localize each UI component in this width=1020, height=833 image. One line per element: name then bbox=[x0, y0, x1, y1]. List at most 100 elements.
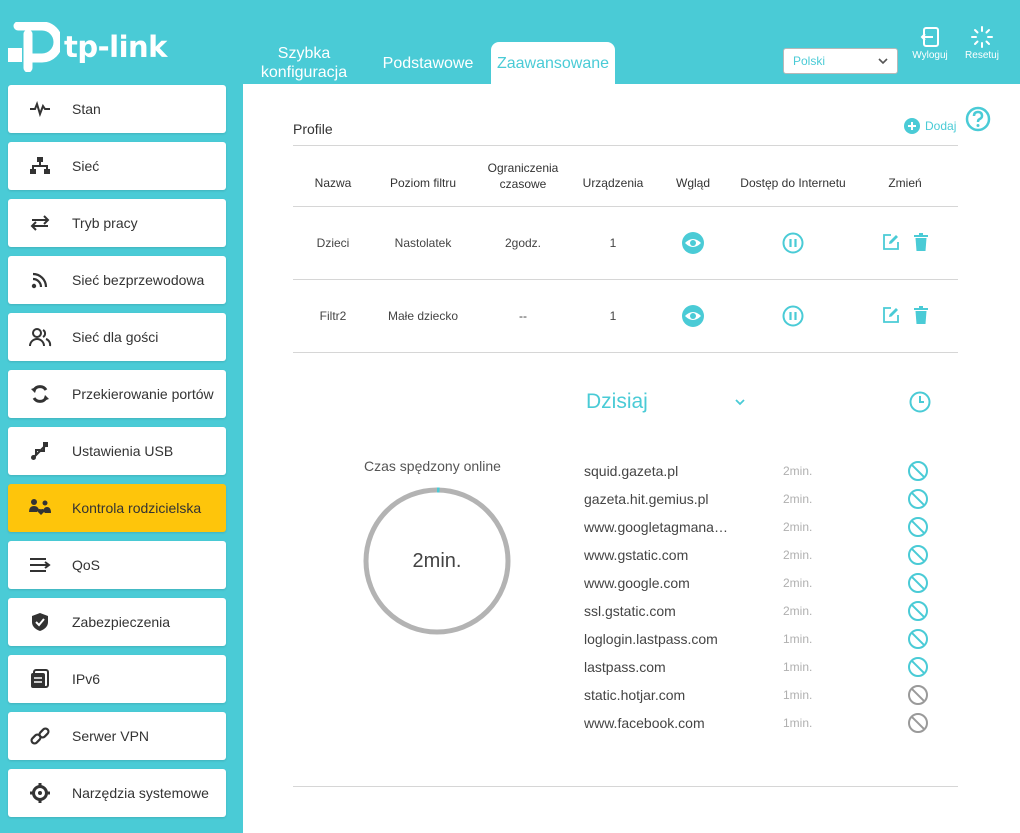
sidebar-item-label: Kontrola rodzicielska bbox=[72, 500, 202, 516]
logout-label: Wyloguj bbox=[912, 50, 948, 61]
chevron-down-icon bbox=[878, 58, 888, 65]
sidebar-item-parental-controls[interactable]: Kontrola rodzicielska bbox=[8, 484, 226, 532]
tab-quick-setup[interactable]: Szybka konfiguracja bbox=[243, 42, 365, 84]
profile-devices: 1 bbox=[609, 309, 617, 323]
block-icon[interactable] bbox=[907, 600, 929, 622]
sidebar-item-security[interactable]: Zabezpieczenia bbox=[8, 598, 226, 646]
add-profile-button[interactable]: Dodaj bbox=[904, 118, 956, 134]
network-icon bbox=[30, 157, 50, 174]
sidebar-item-label: Przekierowanie portów bbox=[72, 386, 214, 402]
column-header-name: Nazwa bbox=[314, 176, 352, 190]
table-header-divider bbox=[293, 206, 958, 207]
list-item: ssl.gstatic.com 2min. bbox=[584, 600, 944, 631]
tab-quick-setup-line2: konfiguracja bbox=[260, 64, 348, 81]
block-icon[interactable] bbox=[907, 516, 929, 538]
brand-name: tp-link bbox=[64, 30, 167, 64]
edit-icon[interactable] bbox=[882, 233, 900, 251]
sidebar-item-status[interactable]: Stan bbox=[8, 85, 226, 133]
list-item: www.google.com 2min. bbox=[584, 572, 944, 603]
column-header-internet-access: Dostęp do Internetu bbox=[740, 176, 846, 190]
trash-icon[interactable] bbox=[914, 233, 928, 251]
sidebar-item-label: Tryb pracy bbox=[72, 215, 138, 231]
sidebar-item-port-forwarding[interactable]: Przekierowanie portów bbox=[8, 370, 226, 418]
sidebar-item-operation-mode[interactable]: Tryb pracy bbox=[8, 199, 226, 247]
main-panel: Profile Dodaj Nazwa Poziom filtru Ograni… bbox=[243, 84, 1020, 833]
eye-icon[interactable] bbox=[682, 232, 704, 254]
site-domain: loglogin.lastpass.com bbox=[584, 631, 718, 647]
profile-time-limit: 2godz. bbox=[504, 236, 542, 250]
site-time: 2min. bbox=[783, 464, 813, 478]
sidebar-item-label: Sieć dla gości bbox=[72, 329, 159, 345]
block-icon[interactable] bbox=[907, 712, 929, 734]
wireless-icon bbox=[31, 272, 48, 289]
column-header-filter-level: Poziom filtru bbox=[389, 176, 457, 190]
reset-button[interactable]: Resetuj bbox=[962, 26, 1002, 61]
sidebar-item-label: Zabezpieczenia bbox=[72, 614, 171, 630]
site-time: 1min. bbox=[783, 688, 813, 702]
language-select[interactable]: Polski bbox=[783, 48, 898, 74]
block-icon[interactable] bbox=[907, 628, 929, 650]
site-domain: gazeta.hit.gemius.pl bbox=[584, 491, 709, 507]
site-time: 1min. bbox=[783, 660, 813, 674]
tp-link-logo: tp-link bbox=[8, 22, 167, 72]
list-item: www.gstatic.com 2min. bbox=[584, 544, 944, 575]
profile-filter-level: Nastolatek bbox=[394, 236, 452, 250]
profile-devices: 1 bbox=[609, 236, 617, 250]
list-item: squid.gazeta.pl 2min. bbox=[584, 460, 944, 491]
sidebar-item-usb-settings[interactable]: Ustawienia USB bbox=[8, 427, 226, 475]
sidebar-item-wireless[interactable]: Sieć bezprzewodowa bbox=[8, 256, 226, 304]
block-icon[interactable] bbox=[907, 656, 929, 678]
language-value: Polski bbox=[793, 54, 826, 68]
clock-icon[interactable] bbox=[909, 391, 931, 413]
sidebar-item-system-tools[interactable]: Narzędzia systemowe bbox=[8, 769, 226, 817]
ipv6-icon bbox=[31, 669, 49, 688]
edit-icon[interactable] bbox=[882, 306, 900, 324]
block-icon[interactable] bbox=[907, 572, 929, 594]
tab-basic[interactable]: Podstawowe bbox=[365, 42, 491, 84]
sidebar-item-qos[interactable]: QoS bbox=[8, 541, 226, 589]
tab-advanced[interactable]: Zaawansowane bbox=[491, 42, 615, 84]
sidebar-item-vpn-server[interactable]: Serwer VPN bbox=[8, 712, 226, 760]
qos-icon bbox=[30, 558, 51, 572]
column-header-modify: Zmień bbox=[888, 176, 922, 190]
top-tabs: Szybka konfiguracja Podstawowe Zaawansowa… bbox=[243, 42, 615, 84]
sidebar-item-label: Serwer VPN bbox=[72, 728, 150, 744]
column-header-time-limits: Ograniczenia czasowe bbox=[488, 160, 559, 192]
pulse-icon bbox=[30, 101, 50, 117]
list-item: lastpass.com 1min. bbox=[584, 656, 944, 687]
pause-icon[interactable] bbox=[782, 305, 804, 327]
table-row-divider bbox=[293, 279, 958, 280]
block-icon[interactable] bbox=[907, 488, 929, 510]
site-domain: ssl.gstatic.com bbox=[584, 603, 676, 619]
list-item: gazeta.hit.gemius.pl 2min. bbox=[584, 488, 944, 519]
sidebar-item-guest-network[interactable]: Sieć dla gości bbox=[8, 313, 226, 361]
profile-time-limit: -- bbox=[519, 309, 527, 323]
site-domain: www.facebook.com bbox=[584, 715, 705, 731]
block-icon[interactable] bbox=[907, 684, 929, 706]
usb-icon bbox=[31, 442, 48, 460]
sidebar-item-label: QoS bbox=[72, 557, 101, 573]
period-select[interactable]: Dzisiaj bbox=[586, 390, 648, 414]
trash-icon[interactable] bbox=[914, 306, 928, 324]
list-item: www.facebook.com 1min. bbox=[584, 712, 944, 743]
sidebar-item-ipv6[interactable]: IPv6 bbox=[8, 655, 226, 703]
site-domain: www.google.com bbox=[584, 575, 690, 591]
eye-icon[interactable] bbox=[682, 305, 704, 327]
logout-button[interactable]: Wyloguj bbox=[910, 26, 950, 61]
pause-icon[interactable] bbox=[782, 232, 804, 254]
logout-icon bbox=[920, 27, 939, 47]
list-item: loglogin.lastpass.com 1min. bbox=[584, 628, 944, 659]
profile-filter-level: Małe dziecko bbox=[387, 309, 459, 323]
block-icon[interactable] bbox=[907, 544, 929, 566]
sidebar-item-label: Ustawienia USB bbox=[72, 443, 174, 459]
online-time-value: 2min. bbox=[412, 549, 462, 572]
reset-label: Resetuj bbox=[965, 50, 999, 61]
section-bottom-divider bbox=[293, 786, 958, 787]
sidebar-item-network[interactable]: Sieć bbox=[8, 142, 226, 190]
chevron-down-icon[interactable] bbox=[734, 397, 746, 407]
mode-switch-icon bbox=[30, 215, 50, 231]
block-icon[interactable] bbox=[907, 460, 929, 482]
column-header-time-limits-line2: czasowe bbox=[499, 177, 547, 191]
site-time: 2min. bbox=[783, 604, 813, 618]
help-icon[interactable] bbox=[965, 106, 991, 132]
